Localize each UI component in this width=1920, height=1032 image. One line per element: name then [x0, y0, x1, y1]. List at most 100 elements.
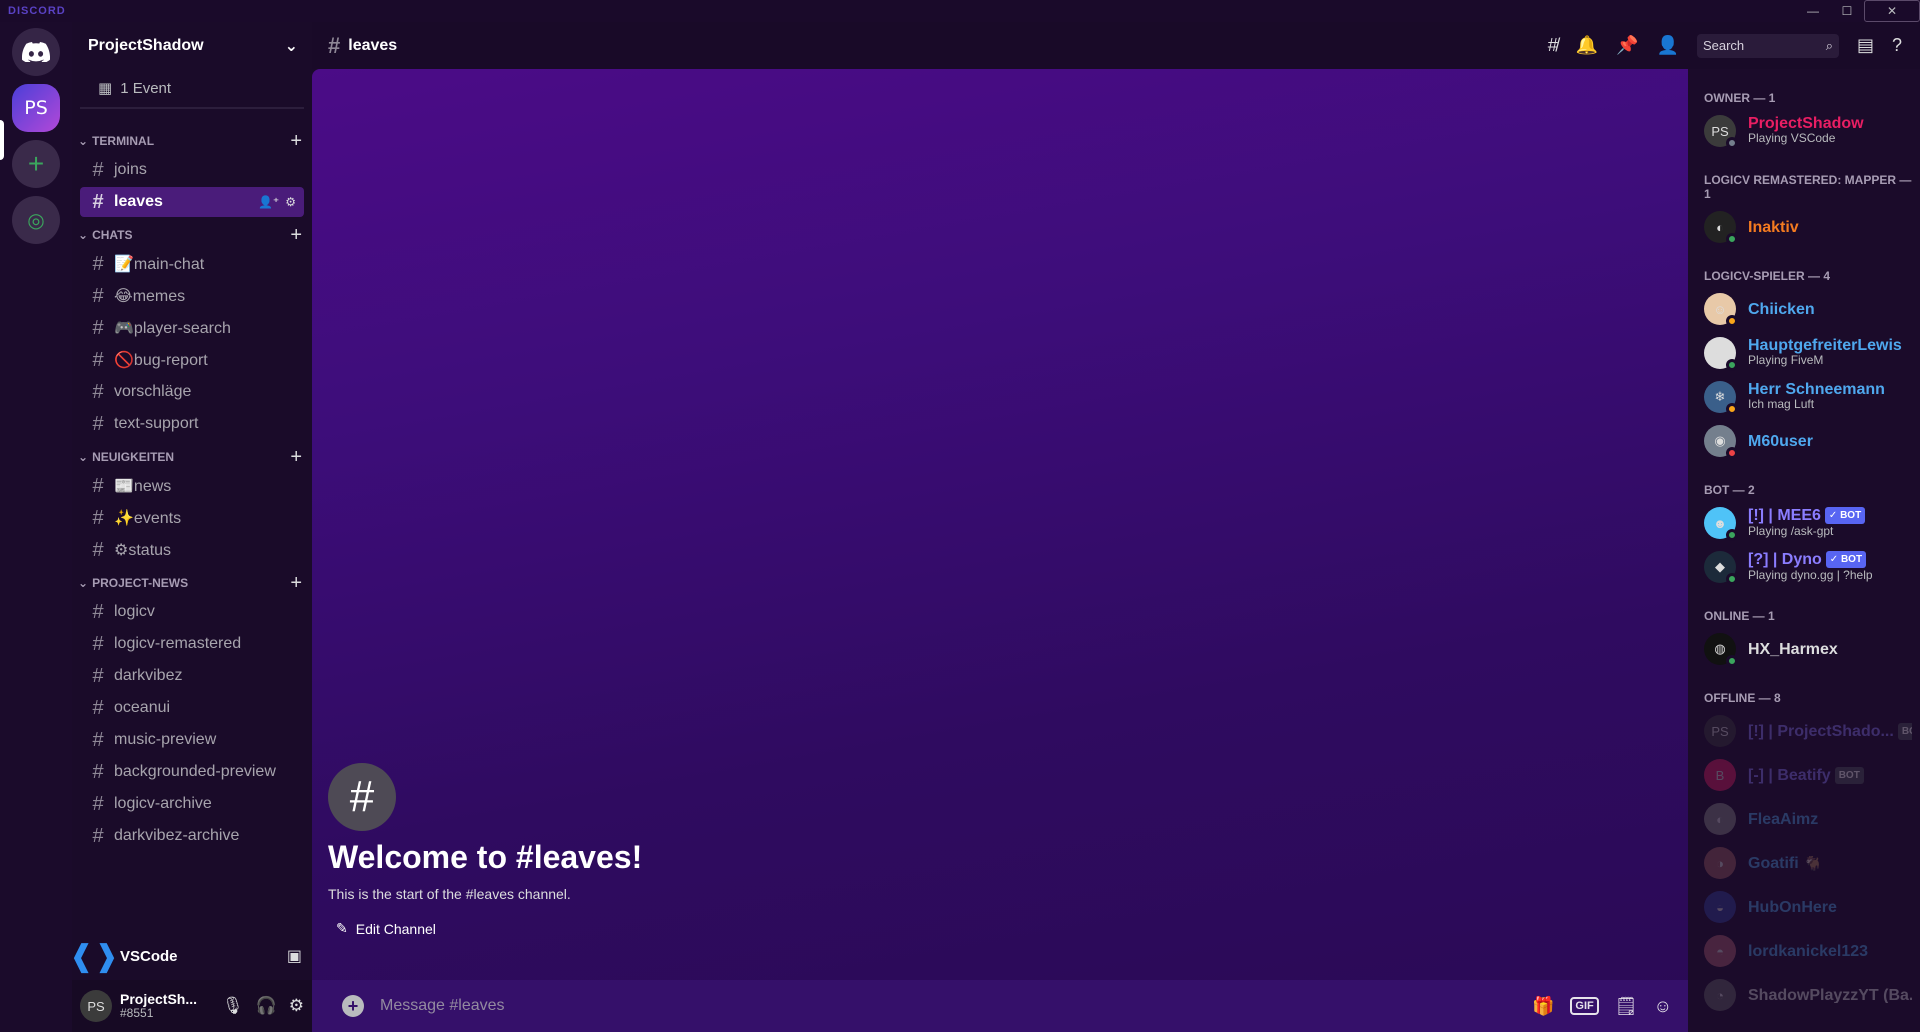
channel-label: ⚙status [114, 542, 172, 559]
channel-item[interactable]: # joins [80, 155, 304, 185]
member-group-label: OWNER — 1 [1704, 91, 1776, 105]
channel-label: text-support [114, 415, 199, 432]
channel-item[interactable]: # 📝main-chat [80, 249, 304, 279]
headphones-icon[interactable]: 🎧 [256, 996, 277, 1016]
window-controls: — ☐ ✕ [1796, 0, 1920, 22]
channel-label: logicv [114, 603, 155, 620]
gear-icon[interactable]: ⚙ [289, 996, 304, 1016]
member-name: ShadowPlayzzYT (Ba... [1748, 987, 1912, 1003]
create-channel-plus-icon[interactable]: + [290, 572, 302, 595]
channel-title: # leaves [328, 33, 397, 59]
channel-item[interactable]: # logicv-remastered [80, 629, 304, 659]
guild-header[interactable]: ProjectShadow ⌄ [72, 22, 312, 69]
member-name: [!] | MEE6 [1748, 507, 1821, 524]
bot-badge: BOT [1897, 722, 1912, 740]
status-indicator [1726, 447, 1738, 459]
gear-icon[interactable]: ⚙ [285, 195, 296, 209]
channel-label: 🚫bug-report [114, 352, 208, 369]
create-channel-plus-icon[interactable]: + [290, 446, 302, 469]
member-item[interactable]: ☺ Chiicken [1696, 287, 1912, 331]
user-info[interactable]: ProjectSh... #8551 [120, 992, 214, 1020]
member-item[interactable]: ◆ [?] | Dyno ✓ BOT Playing dyno.gg | ?help [1696, 545, 1912, 589]
channel-item[interactable]: # text-support [80, 409, 304, 439]
channel-item[interactable]: # logicv-archive [80, 789, 304, 819]
member-item[interactable]: ☻ HauptgefreiterLewis Playing FiveM [1696, 331, 1912, 375]
channel-item[interactable]: # 🚫bug-report [80, 345, 304, 375]
member-activity: Ich mag Luft [1748, 397, 1815, 411]
create-channel-plus-icon[interactable]: + [290, 224, 302, 247]
member-avatar: ◐ [1704, 803, 1736, 835]
events-label: 1 Event [120, 79, 172, 97]
member-item[interactable]: ◉ M60user [1696, 419, 1912, 463]
search-input[interactable]: Search ⌕ [1696, 33, 1839, 58]
channel-item[interactable]: # backgrounded-preview [80, 757, 304, 787]
inbox-icon[interactable]: ▤ [1857, 35, 1874, 56]
member-avatar: ◉ [1704, 425, 1738, 459]
member-activity: Playing VSCode [1748, 131, 1836, 145]
member-item[interactable]: ◑ Goatifi 🐐 [1696, 841, 1912, 885]
threads-icon[interactable]: #̸ [1548, 35, 1558, 56]
channel-label: joins [114, 161, 147, 178]
channel-item[interactable]: # vorschläge [80, 377, 304, 407]
screen-share-icon[interactable]: ▣ [287, 946, 302, 966]
channel-item[interactable]: # music-preview [80, 725, 304, 755]
close-button[interactable]: ✕ [1864, 0, 1920, 22]
member-item[interactable]: ◐ FleaAimz [1696, 797, 1912, 841]
channel-item[interactable]: # oceanui [80, 693, 304, 723]
members-icon[interactable]: 👤 [1657, 35, 1679, 56]
create-channel-plus-icon[interactable]: + [290, 130, 302, 153]
category-chats[interactable]: ⌄ CHATS + [72, 223, 312, 247]
channel-item[interactable]: # ⚙status [80, 535, 304, 565]
activity-panel: ❰❱ VSCode ▣ [69, 938, 312, 974]
channel-item[interactable]: # 📰news [80, 471, 304, 501]
channel-item[interactable]: # ✨events [80, 503, 304, 533]
add-server-button[interactable]: + [12, 140, 60, 188]
channel-item[interactable]: # 🎮player-search [80, 313, 304, 343]
channel-item[interactable]: # logicv [80, 597, 304, 627]
channel-item[interactable]: # 😂memes [80, 281, 304, 311]
member-item[interactable]: ☻ [!] | MEE6 ✓ BOT Playing /ask-gpt [1696, 501, 1912, 545]
member-avatar: ◐ [1704, 211, 1738, 245]
explore-compass-icon[interactable]: ◎ [12, 196, 60, 244]
member-item[interactable]: ❄ Herr Schneemann Ich mag Luft [1696, 375, 1912, 419]
member-item[interactable]: PS [!] | ProjectShado...BOT [1696, 709, 1912, 753]
category-project-news[interactable]: ⌄ PROJECT-NEWS + [72, 571, 312, 595]
microphone-icon[interactable]: 🎙 [222, 996, 244, 1016]
channel-item[interactable]: # darkvibez [80, 661, 304, 691]
add-attachment-icon[interactable]: + [342, 995, 364, 1017]
member-item[interactable]: ◍ HX_Harmex [1696, 627, 1912, 671]
message-composer: + 🎁 GIF 🗒 ☺ [312, 980, 1688, 1032]
status-indicator [1726, 573, 1738, 585]
server-projectshadow[interactable]: PS [12, 84, 60, 132]
channel-item[interactable]: # leaves 👤⁺ ⚙ [80, 187, 304, 217]
user-avatar[interactable]: PS [80, 990, 112, 1022]
bot-badge: ✓ BOT [1824, 507, 1866, 524]
user-panel: PS ProjectSh... #8551 🎙 🎧 ⚙ [72, 980, 312, 1032]
category-neuigkeiten[interactable]: ⌄ NEUIGKEITEN + [72, 445, 312, 469]
help-icon[interactable]: ? [1892, 35, 1902, 56]
bell-icon[interactable]: 🔔 [1576, 35, 1598, 56]
member-item[interactable]: ◔ ShadowPlayzzYT (Ba... [1696, 973, 1912, 1017]
member-item[interactable]: ◒ HubOnHere [1696, 885, 1912, 929]
edit-channel-button[interactable]: ✎ Edit Channel [328, 920, 642, 937]
minimize-button[interactable]: — [1796, 0, 1830, 22]
member-item[interactable]: ◐ Inaktiv [1696, 205, 1912, 249]
home-button[interactable] [12, 28, 60, 76]
member-item[interactable]: PS ProjectShadow Playing VSCode [1696, 109, 1912, 153]
pin-icon[interactable]: 📌 [1616, 35, 1638, 56]
discord-wordmark: DISCORD [8, 5, 66, 17]
maximize-button[interactable]: ☐ [1830, 0, 1864, 22]
emoji-icon[interactable]: ☺ [1654, 996, 1672, 1017]
events-button[interactable]: ▦ 1 Event [80, 69, 304, 109]
hash-icon: # [92, 728, 104, 751]
category-terminal[interactable]: ⌄ TERMINAL + [72, 129, 312, 153]
member-item[interactable]: B [-] | Beatify BOT [1696, 753, 1912, 797]
gif-button[interactable]: GIF [1570, 997, 1599, 1015]
gift-icon[interactable]: 🎁 [1532, 996, 1554, 1017]
channel-item[interactable]: # darkvibez-archive [80, 821, 304, 851]
member-item[interactable]: ◓ lordkanickel123 [1696, 929, 1912, 973]
member-activity: Playing FiveM [1748, 353, 1824, 367]
sticker-icon[interactable]: 🗒 [1615, 996, 1638, 1017]
message-input[interactable] [380, 997, 1516, 1015]
invite-icon[interactable]: 👤⁺ [258, 195, 279, 209]
